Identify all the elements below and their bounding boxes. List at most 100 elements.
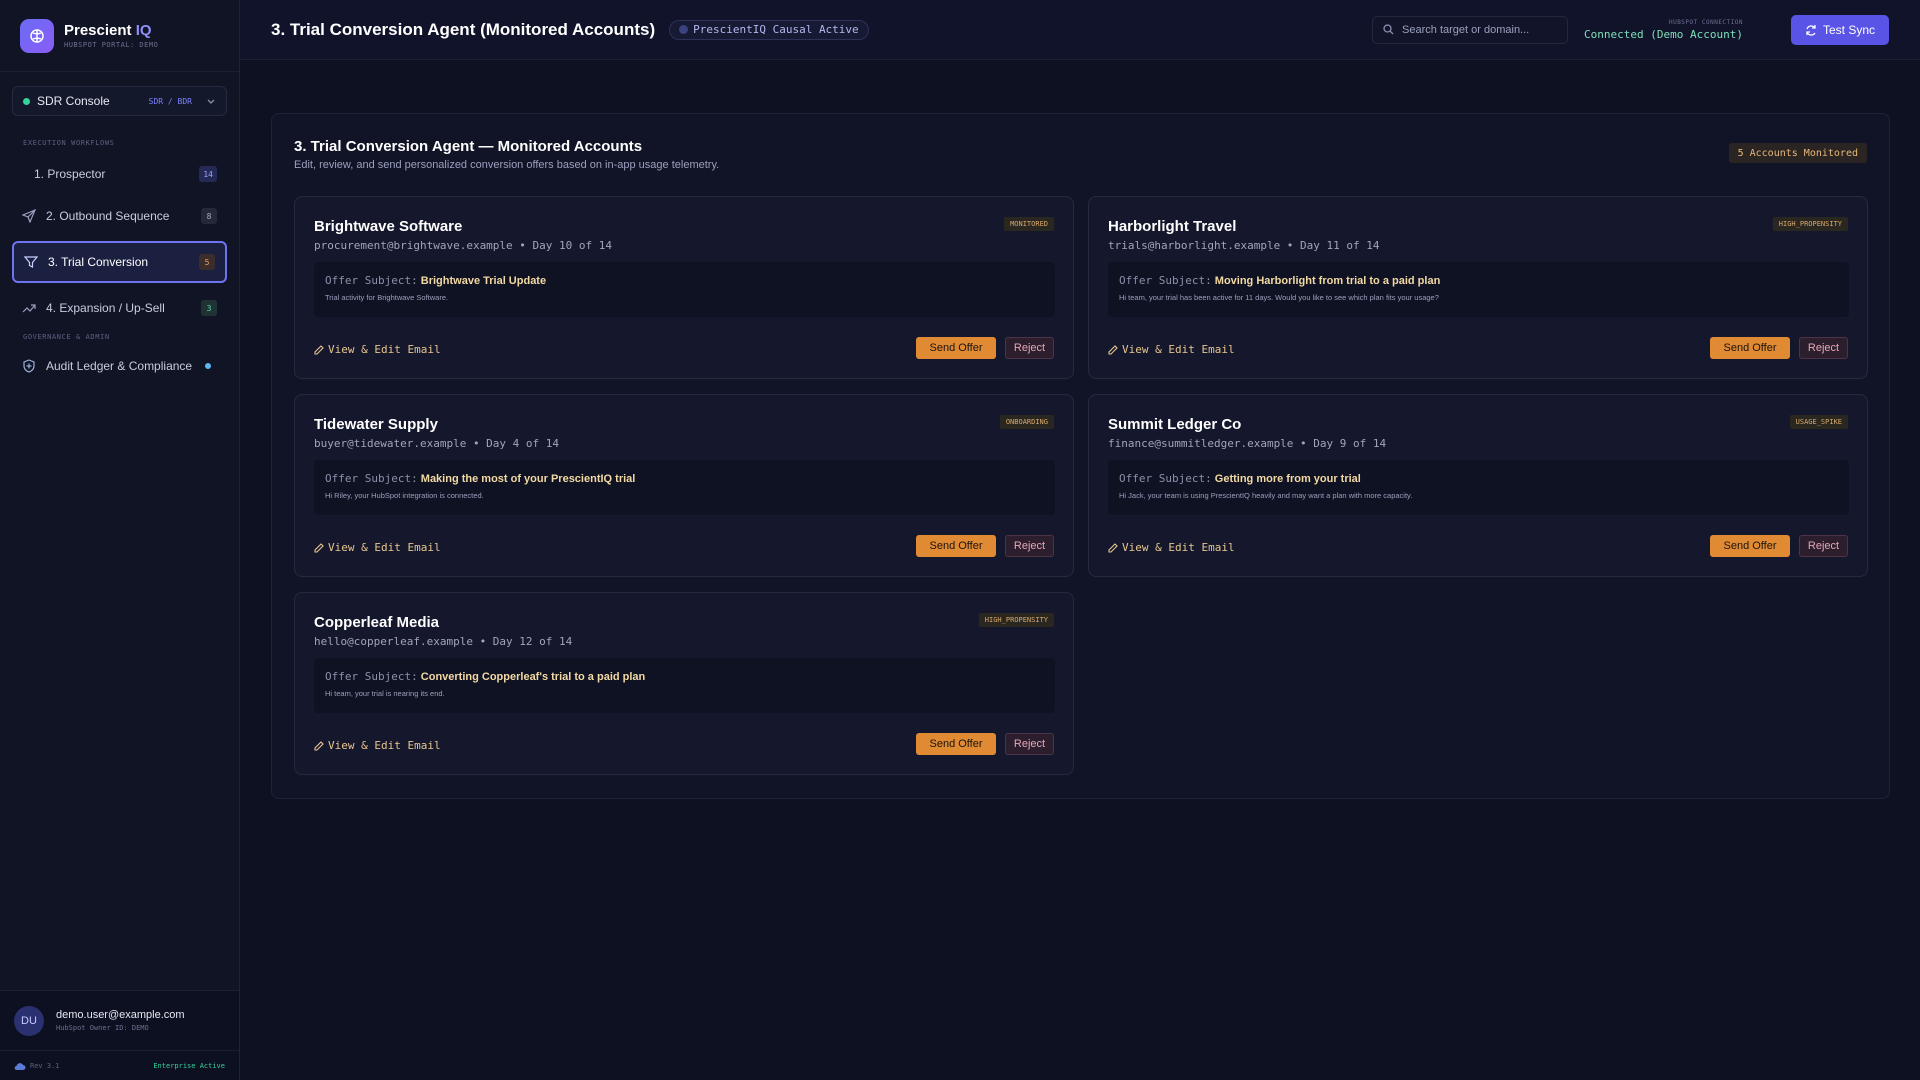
section-label-workflows: EXECUTION WORKFLOWS <box>23 139 115 147</box>
offer-preview: Offer Subject: Moving Harborlight from t… <box>1108 262 1849 317</box>
offer-body: Hi team, your trial is nearing its end. <box>325 689 445 698</box>
trending-up-icon <box>22 301 36 315</box>
panel-description: Edit, review, and send personalized conv… <box>294 159 720 171</box>
cloud-icon <box>14 1062 26 1070</box>
reject-button[interactable]: Reject <box>1799 535 1848 557</box>
view-edit-label: View & Edit Email <box>328 343 441 356</box>
offer-subject: Converting Copperleaf's trial to a paid … <box>420 671 646 683</box>
sidebar-item-label: Audit Ledger & Compliance <box>46 359 193 373</box>
chevron-down-icon <box>207 99 215 104</box>
view-edit-label: View & Edit Email <box>328 541 441 554</box>
test-sync-button[interactable]: Test Sync <box>1791 14 1889 45</box>
view-edit-email-link[interactable]: View & Edit Email <box>314 739 441 752</box>
sidebar-item-trial-conversion[interactable]: 3. Trial Conversion 5 <box>12 241 227 283</box>
offer-subject-label: Offer Subject: <box>1119 472 1212 485</box>
count-badge: 3 <box>201 300 217 316</box>
user-email: demo.user@example.com <box>56 1009 185 1021</box>
topbar: 3. Trial Conversion Agent (Monitored Acc… <box>240 0 1920 60</box>
offer-preview: Offer Subject: Converting Copperleaf's t… <box>314 658 1055 713</box>
account-meta: buyer@tidewater.example • Day 4 of 14 <box>314 437 560 450</box>
offer-body: Hi Jack, your team is using PrescientIQ … <box>1119 491 1413 500</box>
send-offer-button[interactable]: Send Offer <box>916 733 996 755</box>
owner-id: HubSpot Owner ID: DEMO <box>56 1024 149 1032</box>
refresh-icon <box>1806 24 1816 36</box>
send-offer-button[interactable]: Send Offer <box>916 337 996 359</box>
status-tag: ONBOARDING <box>999 415 1054 429</box>
section-label-governance: GOVERNANCE & ADMIN <box>23 333 110 341</box>
revision-label: Rev 3.1 <box>30 1061 60 1070</box>
avatar: DU <box>14 1005 44 1036</box>
shield-icon <box>22 359 36 373</box>
brand-header: Prescient IQ HUBSPOT PORTAL: DEMO <box>0 0 239 72</box>
account-name: Copperleaf Media <box>314 614 440 631</box>
notification-dot <box>205 363 211 369</box>
offer-preview: Offer Subject: Brightwave Trial Update T… <box>314 262 1055 317</box>
user-card[interactable]: DU demo.user@example.com HubSpot Owner I… <box>0 990 239 1050</box>
causal-status-text: PrescientIQ Causal Active <box>693 23 859 36</box>
send-offer-button[interactable]: Send Offer <box>916 535 996 557</box>
pencil-icon <box>1108 344 1118 355</box>
account-name: Harborlight Travel <box>1108 218 1237 235</box>
status-tag: HIGH_PROPENSITY <box>1772 217 1848 231</box>
pencil-icon <box>314 344 324 355</box>
search-icon <box>1383 24 1394 35</box>
brand-name: Prescient IQ <box>64 22 152 39</box>
test-sync-label: Test Sync <box>1822 22 1876 37</box>
account-meta: procurement@brightwave.example • Day 10 … <box>314 239 613 252</box>
account-name: Brightwave Software <box>314 218 463 235</box>
console-role: SDR / BDR <box>148 96 192 106</box>
status-tag: HIGH_PROPENSITY <box>978 613 1054 627</box>
offer-subject: Moving Harborlight from trial to a paid … <box>1214 275 1441 287</box>
count-badge: 5 <box>199 254 215 270</box>
sidebar-item-audit-ledger[interactable]: Audit Ledger & Compliance <box>12 345 227 387</box>
pencil-icon <box>314 740 324 751</box>
sidebar-item-prospector[interactable]: 1. Prospector 14 <box>12 153 227 195</box>
page-title: 3. Trial Conversion Agent (Monitored Acc… <box>271 19 656 39</box>
sidebar-item-label: 2. Outbound Sequence <box>46 209 170 223</box>
account-card: Summit Ledger Co finance@summitledger.ex… <box>1088 394 1868 577</box>
search-placeholder: Search target or domain... <box>1402 23 1530 36</box>
offer-preview: Offer Subject: Getting more from your tr… <box>1108 460 1849 515</box>
status-dot <box>23 97 30 105</box>
sidebar-item-outbound-sequence[interactable]: 2. Outbound Sequence 8 <box>12 195 227 237</box>
reject-button[interactable]: Reject <box>1005 337 1054 359</box>
account-meta: hello@copperleaf.example • Day 12 of 14 <box>314 635 573 648</box>
plan-status: Enterprise Active <box>153 1061 225 1070</box>
search-input[interactable]: Search target or domain... <box>1372 15 1569 44</box>
sidebar: Prescient IQ HUBSPOT PORTAL: DEMO SDR Co… <box>0 0 240 1080</box>
count-badge: 8 <box>201 208 217 224</box>
hubspot-connection-status: Connected (Demo Account) <box>1584 27 1743 41</box>
offer-subject: Brightwave Trial Update <box>420 275 547 287</box>
offer-preview: Offer Subject: Making the most of your P… <box>314 460 1055 515</box>
filter-icon <box>24 255 38 269</box>
count-badge: 14 <box>199 166 217 182</box>
reject-button[interactable]: Reject <box>1799 337 1848 359</box>
send-offer-button[interactable]: Send Offer <box>1710 337 1790 359</box>
reject-button[interactable]: Reject <box>1005 733 1054 755</box>
view-edit-email-link[interactable]: View & Edit Email <box>314 343 441 356</box>
account-card: Brightwave Software procurement@brightwa… <box>294 196 1074 379</box>
offer-subject: Getting more from your trial <box>1214 473 1361 485</box>
view-edit-email-link[interactable]: View & Edit Email <box>1108 541 1235 554</box>
sidebar-item-expansion[interactable]: 4. Expansion / Up-Sell 3 <box>12 287 227 329</box>
pencil-icon <box>314 542 324 553</box>
status-tag: MONITORED <box>1004 217 1054 231</box>
send-icon <box>22 209 36 223</box>
view-edit-label: View & Edit Email <box>1122 343 1235 356</box>
pencil-icon <box>1108 542 1118 553</box>
reject-button[interactable]: Reject <box>1005 535 1054 557</box>
account-meta: finance@summitledger.example • Day 9 of … <box>1108 437 1387 450</box>
send-offer-button[interactable]: Send Offer <box>1710 535 1790 557</box>
view-edit-email-link[interactable]: View & Edit Email <box>1108 343 1235 356</box>
offer-subject-label: Offer Subject: <box>325 670 418 683</box>
monitored-accounts-panel: 3. Trial Conversion Agent — Monitored Ac… <box>271 113 1890 799</box>
account-name: Tidewater Supply <box>314 416 438 433</box>
console-selector[interactable]: SDR Console SDR / BDR <box>12 86 227 116</box>
account-card: Tidewater Supply buyer@tidewater.example… <box>294 394 1074 577</box>
offer-subject-label: Offer Subject: <box>325 472 418 485</box>
hubspot-connection: HUBSPOT CONNECTION Connected (Demo Accou… <box>1584 19 1743 41</box>
offer-subject: Making the most of your PrescientIQ tria… <box>420 473 636 485</box>
view-edit-email-link[interactable]: View & Edit Email <box>314 541 441 554</box>
sidebar-item-label: 3. Trial Conversion <box>48 255 149 269</box>
portal-label: HUBSPOT PORTAL: DEMO <box>64 41 159 49</box>
